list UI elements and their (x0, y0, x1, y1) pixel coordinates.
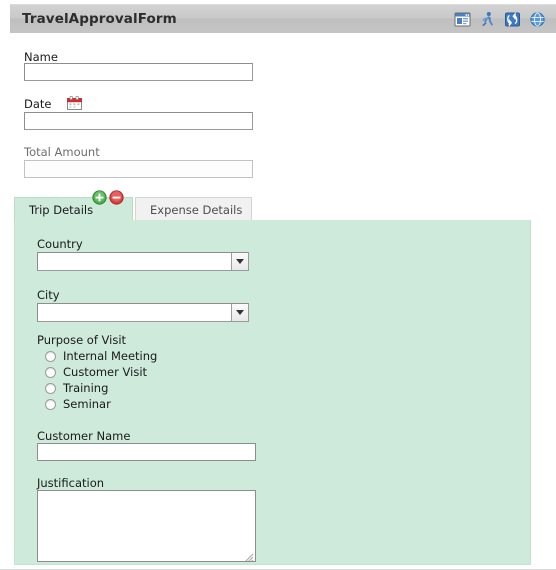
city-select[interactable] (37, 303, 249, 322)
page-title: TravelApprovalForm (22, 11, 177, 27)
chevron-down-icon[interactable] (231, 304, 248, 321)
remove-tab-button[interactable] (109, 190, 124, 205)
tab-expense-details[interactable]: Expense Details (135, 197, 252, 221)
radio-circle-icon[interactable] (45, 366, 56, 378)
label-customer-name: Customer Name (37, 429, 131, 443)
radio-circle-icon[interactable] (45, 382, 56, 394)
tab-toolbar (92, 190, 124, 205)
tab-trip-details-label: Trip Details (29, 202, 94, 217)
radio-internal-meeting-label: Internal Meeting (63, 349, 158, 363)
radio-internal-meeting[interactable]: Internal Meeting (45, 349, 157, 363)
customer-name-input[interactable] (37, 443, 256, 461)
radio-circle-icon[interactable] (45, 398, 56, 410)
form-preview-icon[interactable] (454, 11, 471, 28)
radio-circle-icon[interactable] (45, 350, 56, 362)
label-city: City (37, 288, 60, 302)
refresh-icon[interactable] (504, 11, 521, 28)
chevron-down-icon[interactable] (231, 253, 248, 270)
resize-grip-icon[interactable] (242, 548, 254, 561)
label-country: Country (37, 237, 83, 251)
radio-customer-visit-label: Customer Visit (63, 365, 148, 379)
radio-seminar-label: Seminar (63, 397, 111, 411)
radio-training-label: Training (63, 381, 109, 395)
country-select[interactable] (37, 252, 249, 271)
tab-expense-details-label: Expense Details (150, 202, 243, 217)
add-tab-button[interactable] (92, 190, 107, 205)
travel-approval-form-window: TravelApprovalForm Name Date Total Amoun… (0, 0, 556, 570)
radio-seminar[interactable]: Seminar (45, 397, 111, 411)
titlebar-actions (454, 11, 556, 28)
justification-textarea[interactable] (37, 490, 256, 562)
window-titlebar: TravelApprovalForm (10, 4, 556, 33)
label-justification: Justification (37, 476, 105, 490)
date-input[interactable] (24, 112, 253, 130)
trip-details-panel: Country City Purpose of Visit Internal M… (14, 220, 531, 565)
calendar-icon[interactable] (67, 95, 82, 110)
radio-customer-visit[interactable]: Customer Visit (45, 365, 147, 379)
total-amount-input[interactable] (24, 160, 253, 178)
label-name: Name (24, 50, 58, 64)
run-icon[interactable] (479, 11, 496, 28)
label-date: Date (24, 97, 52, 111)
globe-icon[interactable] (529, 11, 546, 28)
tab-strip: Trip Details Expense Details (14, 197, 252, 221)
radio-training[interactable]: Training (45, 381, 108, 395)
name-input[interactable] (24, 63, 253, 81)
label-purpose-of-visit: Purpose of Visit (37, 333, 127, 347)
label-total-amount: Total Amount (24, 145, 100, 159)
